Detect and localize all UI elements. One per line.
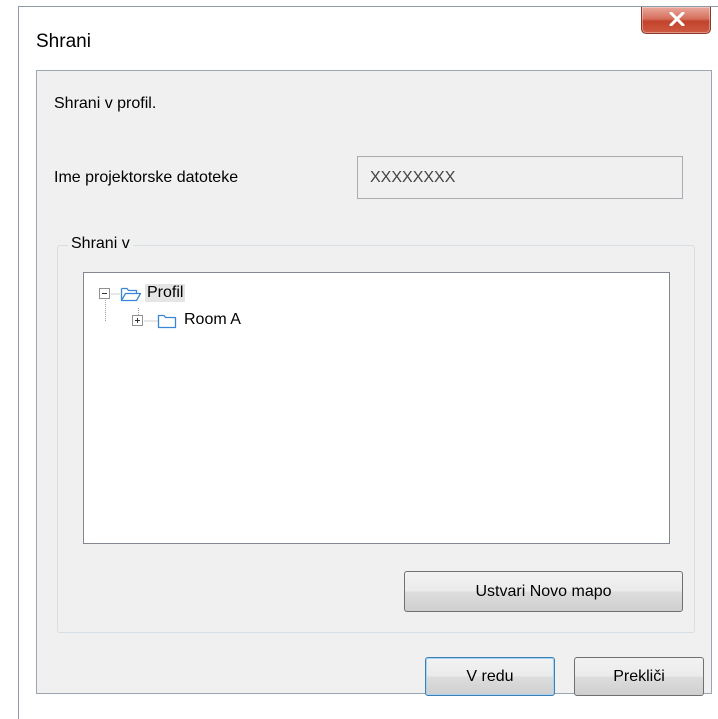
dialog-body: Shrani v profil. Ime projektorske datote…	[36, 70, 712, 696]
file-name-label: Ime projektorske datoteke	[54, 169, 239, 186]
title-bar[interactable]: Shrani	[19, 7, 718, 70]
tree-node-room-a[interactable]: Room A	[131, 310, 291, 332]
file-name-field[interactable]	[357, 156, 683, 199]
new-folder-button[interactable]: Ustvari Novo mapo	[404, 571, 683, 612]
save-dialog: Shrani Shrani v profil. Ime projektorske…	[18, 6, 718, 719]
instruction-text: Shrani v profil.	[54, 95, 157, 112]
tree-node-profil-label: Profil	[145, 284, 186, 302]
close-icon	[669, 12, 685, 26]
save-in-label: Shrani v	[68, 235, 133, 253]
tree-node-profil[interactable]: Profil	[98, 283, 218, 305]
plus-box-icon[interactable]	[132, 315, 144, 327]
tree-node-room-a-label: Room A	[184, 311, 241, 328]
folder-tree[interactable]: Profil Room A	[83, 272, 670, 544]
close-button[interactable]	[641, 7, 711, 34]
cancel-button[interactable]: Prekliči	[574, 657, 704, 696]
save-in-group: Shrani v Profil Room A Ustvari Novo mapo	[57, 235, 695, 633]
window-title: Shrani	[36, 31, 91, 52]
folder-icon	[157, 314, 177, 329]
ok-button[interactable]: V redu	[425, 657, 555, 696]
folder-open-icon	[120, 287, 142, 302]
minus-box-icon[interactable]	[99, 288, 111, 300]
